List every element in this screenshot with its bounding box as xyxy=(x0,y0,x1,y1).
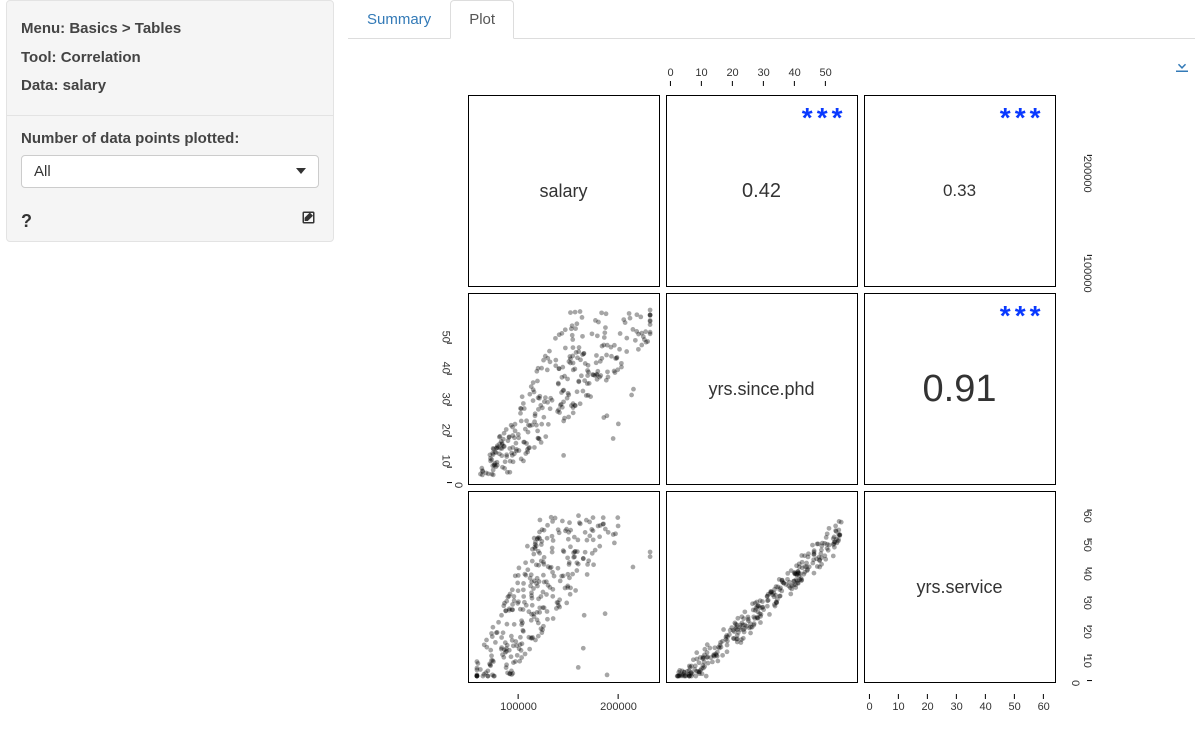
help-icon: ? xyxy=(21,211,32,231)
bottom-axis-col3: 0102030405060 xyxy=(864,685,1056,713)
diag-label-yrsservice: yrs.service xyxy=(865,492,1055,682)
npoints-label: Number of data points plotted: xyxy=(21,130,319,147)
scatter-plot xyxy=(469,492,659,682)
npoints-select[interactable]: All xyxy=(21,155,319,188)
download-icon xyxy=(1173,57,1191,75)
right-axis-row1: 100000200000 xyxy=(1064,95,1094,287)
cell-scatter-yrssincephd-salary xyxy=(468,293,660,485)
tool-name: Tool: Correlation xyxy=(21,44,319,73)
help-button[interactable]: ? xyxy=(17,208,36,235)
diag-label-salary: salary xyxy=(469,96,659,286)
info-panel: Menu: Basics > Tables Tool: Correlation … xyxy=(6,0,334,242)
cell-corr-salary-yrssincephd: *** 0.42 xyxy=(666,95,858,287)
edit-icon xyxy=(301,210,319,228)
menu-path: Menu: Basics > Tables xyxy=(21,15,319,44)
tab-plot[interactable]: Plot xyxy=(450,0,514,39)
plot-area: 01020304050 100000200000 0102030405060 0… xyxy=(348,47,1195,727)
left-axis-row2: 01020304050 xyxy=(440,293,466,485)
scatter-plot xyxy=(469,294,659,484)
download-plot-button[interactable] xyxy=(1173,57,1191,78)
cell-corr-salary-yrsservice: *** 0.33 xyxy=(864,95,1056,287)
cell-scatter-yrsservice-salary xyxy=(468,491,660,683)
npoints-value: All xyxy=(34,163,51,180)
diag-label-yrssincephd: yrs.since.phd xyxy=(667,294,857,484)
correlation-matrix-plot: 01020304050 100000200000 0102030405060 0… xyxy=(442,67,1102,727)
corr-value: 0.42 xyxy=(667,96,857,286)
corr-value: 0.91 xyxy=(865,294,1055,484)
tab-summary[interactable]: Summary xyxy=(348,0,450,39)
cell-scatter-yrsservice-yrssincephd xyxy=(666,491,858,683)
scatter-plot xyxy=(667,492,857,682)
right-axis-row3: 0102030405060 xyxy=(1064,491,1094,683)
data-name: Data: salary xyxy=(21,72,319,101)
top-axis-col2: 01020304050 xyxy=(665,67,857,95)
cell-salary-salary: salary xyxy=(468,95,660,287)
corr-value: 0.33 xyxy=(865,96,1055,286)
bottom-axis-col1: 100000200000 xyxy=(468,685,660,713)
edit-button[interactable] xyxy=(297,208,323,235)
cell-yrsservice-yrsservice: yrs.service xyxy=(864,491,1056,683)
cell-yrssincephd-yrssincephd: yrs.since.phd xyxy=(666,293,858,485)
tab-bar: Summary Plot xyxy=(348,0,1195,39)
cell-corr-yrssincephd-yrsservice: *** 0.91 xyxy=(864,293,1056,485)
chevron-down-icon xyxy=(296,168,306,174)
